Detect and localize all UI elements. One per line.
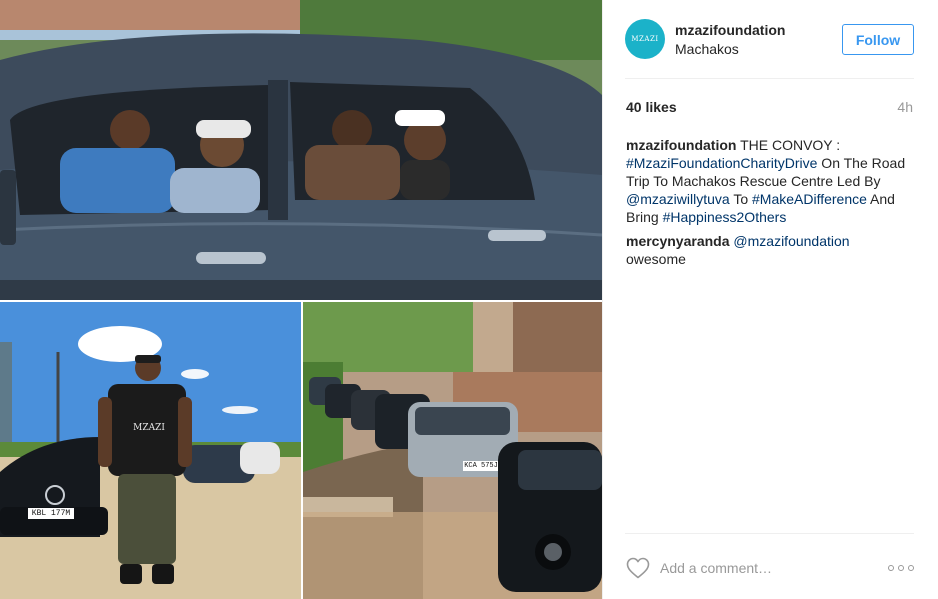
shirt-print-text: MZAZI <box>133 423 165 433</box>
hashtag-link[interactable]: #Happiness2Others <box>663 209 787 225</box>
photo-car-passengers[interactable] <box>0 0 602 300</box>
user-comment: mercynyaranda @mzazifoundation owesome <box>626 232 918 268</box>
car-passengers-image <box>0 0 602 300</box>
caption-text: To <box>729 191 752 207</box>
photo-man-with-car[interactable]: MZAZI KBL 177M <box>0 302 301 599</box>
hashtag-link[interactable]: #MakeADifference <box>752 191 867 207</box>
license-plate-left: KBL 177M <box>31 509 71 518</box>
dot-icon <box>908 565 914 571</box>
add-comment-input[interactable] <box>660 559 860 577</box>
post-location[interactable]: Machakos <box>675 41 739 57</box>
caption-username[interactable]: mzazifoundation <box>626 137 736 153</box>
post-header: MZAZI mzazifoundation Machakos Follow <box>603 0 938 78</box>
license-plate-right: KCA 575J <box>464 462 498 470</box>
avatar[interactable]: MZAZI <box>625 19 665 59</box>
footer-divider <box>625 533 914 534</box>
man-with-car-image <box>0 302 301 599</box>
comment-username[interactable]: mercynyaranda <box>626 233 730 249</box>
dot-icon <box>888 565 894 571</box>
hashtag-link[interactable]: #MzaziFoundationCharityDrive <box>626 155 817 171</box>
comment-text: owesome <box>626 251 686 267</box>
follow-button[interactable]: Follow <box>842 24 914 55</box>
dot-icon <box>898 565 904 571</box>
photo-car-convoy[interactable]: KCA 575J <box>303 302 602 599</box>
caption-text: THE CONVOY : <box>736 137 841 153</box>
header-divider <box>625 78 914 79</box>
comments-list: mzazifoundation THE CONVOY : #MzaziFound… <box>626 136 918 274</box>
caption-comment: mzazifoundation THE CONVOY : #MzaziFound… <box>626 136 918 226</box>
like-heart-icon[interactable] <box>626 557 650 579</box>
post-sidebar: MZAZI mzazifoundation Machakos Follow 40… <box>602 0 938 599</box>
post-media[interactable]: MZAZI KBL 177M KCA 575J <box>0 0 602 599</box>
avatar-logo-icon: MZAZI <box>631 35 659 43</box>
mention-link[interactable]: @mzaziwillytuva <box>626 191 730 207</box>
car-convoy-image <box>303 302 602 599</box>
post-time[interactable]: 4h <box>897 99 913 115</box>
more-options-icon[interactable] <box>888 559 914 577</box>
likes-count[interactable]: 40 likes <box>626 99 677 115</box>
post-username[interactable]: mzazifoundation <box>675 22 785 38</box>
mention-link[interactable]: @mzazifoundation <box>733 233 849 249</box>
